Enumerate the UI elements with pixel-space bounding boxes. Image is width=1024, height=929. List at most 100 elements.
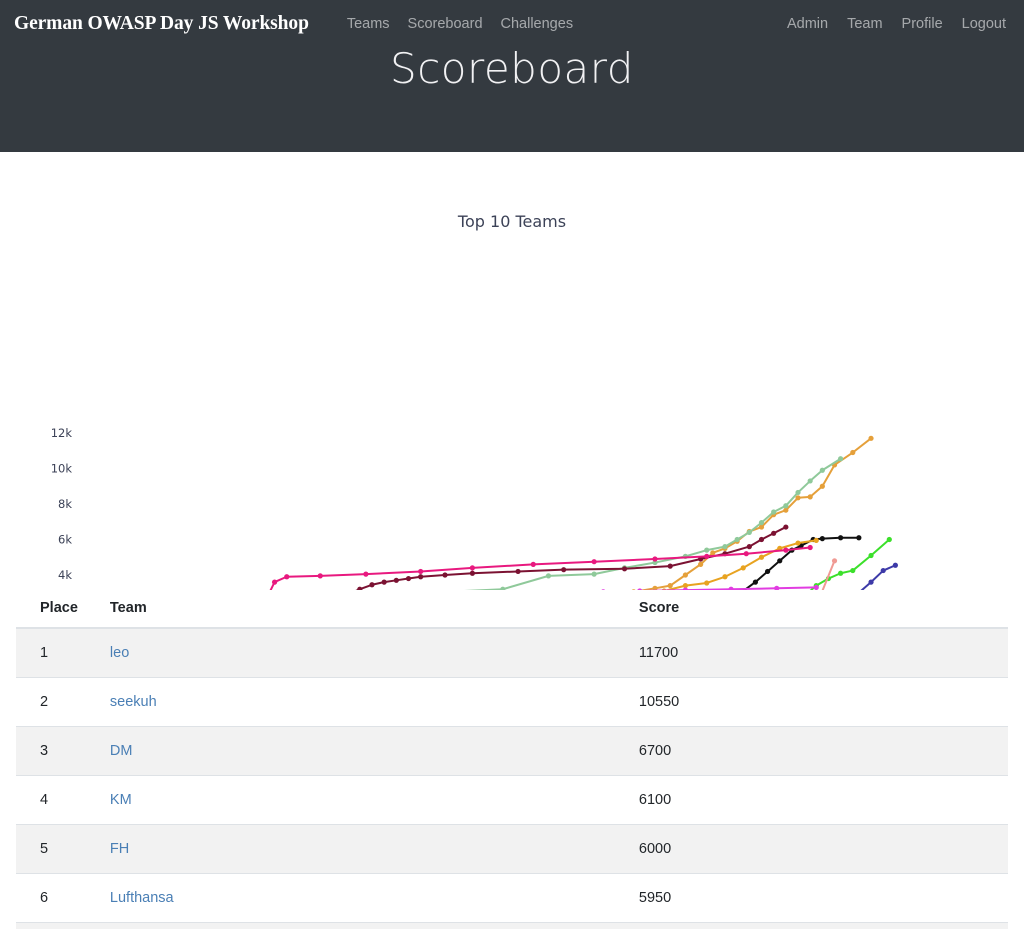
y-tick-label: 8k <box>58 497 72 511</box>
series-marker <box>284 574 290 580</box>
team-link[interactable]: leo <box>110 645 129 661</box>
series-marker <box>317 573 323 579</box>
nav-link-team[interactable]: Team <box>847 16 882 32</box>
series-marker <box>795 540 801 546</box>
series-marker <box>704 553 710 559</box>
y-tick-label: 10k <box>51 462 73 476</box>
table-row: 6 Lufthansa 5950 <box>16 873 1008 923</box>
series-marker <box>405 575 412 582</box>
nav-link-scoreboard[interactable]: Scoreboard <box>408 16 483 32</box>
series-marker <box>783 507 789 513</box>
column-header-score: Score <box>630 590 1008 629</box>
table-body: 1 leo 11700 2 seekuh 10550 3 DM 6700 4 KM 6100 5 FH 60… <box>16 627 1008 929</box>
series-marker <box>758 554 765 560</box>
series-km[interactable] <box>226 535 862 590</box>
team-link[interactable]: KM <box>110 792 132 808</box>
series-icke[interactable] <box>105 584 819 590</box>
cell-team: KM <box>85 775 631 825</box>
cell-team: FH <box>85 824 631 874</box>
cell-team: seekuh <box>85 677 631 727</box>
series-marker <box>469 565 475 571</box>
series-marker <box>813 584 819 590</box>
y-axis-ticks: 02k4k6k8k10k12k <box>51 426 73 582</box>
series-marker <box>667 583 673 589</box>
nav-link-teams[interactable]: Teams <box>347 16 390 32</box>
cell-team: Lufthansa <box>85 873 631 923</box>
team-link[interactable]: seekuh <box>110 694 157 710</box>
series-marker <box>743 551 749 557</box>
chart-series-group <box>95 435 898 590</box>
series-marker <box>722 574 728 580</box>
series-marker <box>831 558 838 564</box>
series-marker <box>704 580 710 586</box>
nav-link-admin[interactable]: Admin <box>787 16 828 32</box>
table-row: 1 leo 11700 <box>16 627 1008 678</box>
series-marker <box>652 556 658 562</box>
y-tick-label: 12k <box>51 426 73 440</box>
scoreboard-table: Place Team Score 1 leo 11700 2 seekuh 10550 3 D… <box>16 590 1008 929</box>
brand-link[interactable]: German OWASP Day JS Workshop <box>14 13 309 35</box>
page-title: Scoreboard <box>390 44 634 93</box>
column-header-place: Place <box>16 590 86 629</box>
series-marker <box>850 567 856 574</box>
series-line <box>464 457 842 590</box>
series-marker <box>868 579 874 585</box>
series-marker <box>418 574 424 580</box>
series-marker <box>442 572 448 578</box>
series-marker <box>381 579 387 585</box>
series-marker <box>682 587 689 590</box>
nav-link-challenges[interactable]: Challenges <box>501 16 574 32</box>
series-marker <box>795 489 801 496</box>
table-row: 4 KM 6100 <box>16 775 1008 825</box>
table-row: 5 FH 6000 <box>16 824 1008 874</box>
cell-place: 7 <box>16 922 86 929</box>
series-line <box>860 564 897 590</box>
series-marker <box>856 535 862 541</box>
series-marker <box>682 583 689 589</box>
series-marker <box>807 494 813 500</box>
series-marker <box>746 529 752 535</box>
series-marker <box>357 586 363 590</box>
series-marker <box>868 435 874 441</box>
series-marker <box>783 524 789 530</box>
series-marker <box>271 579 278 585</box>
series-marker <box>746 544 752 550</box>
table-header-row: Place Team Score <box>16 590 1008 629</box>
series-marker <box>774 585 780 590</box>
cell-place: 6 <box>16 873 86 923</box>
series-marker <box>813 537 819 543</box>
cell-score: 5950 <box>630 873 1008 923</box>
cell-score: 6000 <box>630 824 1008 874</box>
series-marker <box>838 535 844 541</box>
series-lufthansa[interactable] <box>95 537 819 590</box>
series-marker <box>771 509 777 515</box>
series-marker <box>758 520 765 526</box>
series-marker <box>880 567 886 574</box>
cell-score: 5550 <box>630 922 1008 929</box>
series-marker <box>631 589 636 590</box>
series-marker <box>591 571 597 577</box>
top-10-teams-line-chart[interactable]: 02k4k6k8k10k12k13:3014:0014:3015:0015:30… <box>0 152 1024 590</box>
series-marker <box>771 530 777 536</box>
table-row: 7ATeam5550 <box>16 922 1008 929</box>
cell-place: 4 <box>16 775 86 825</box>
chart-container: Top 10 Teams 02k4k6k8k10k12k13:3014:0014… <box>0 152 1024 590</box>
nav-link-logout[interactable]: Logout <box>962 16 1006 32</box>
series-marker <box>783 503 789 509</box>
series-marker <box>838 570 844 576</box>
series-marker <box>758 536 765 543</box>
series-marker <box>621 566 628 572</box>
series-marker <box>795 495 801 501</box>
series-marker <box>783 547 789 553</box>
team-link[interactable]: FH <box>110 841 129 857</box>
series-marker <box>704 547 710 553</box>
series-marker <box>892 562 898 568</box>
team-link[interactable]: Lufthansa <box>110 890 174 906</box>
nav-link-profile[interactable]: Profile <box>902 16 943 32</box>
series-marker <box>667 563 673 569</box>
cell-place: 1 <box>16 627 86 678</box>
cell-score: 11700 <box>630 627 1008 678</box>
team-link[interactable]: DM <box>110 743 133 759</box>
series-marker <box>752 579 759 585</box>
series-marker <box>393 577 399 583</box>
